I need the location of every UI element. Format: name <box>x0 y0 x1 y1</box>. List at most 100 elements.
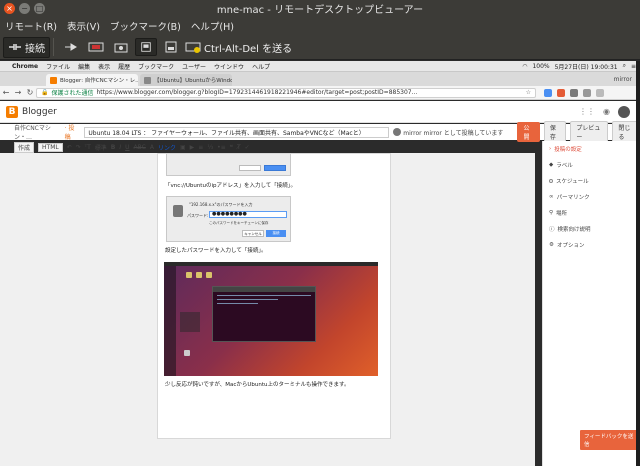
connect-button[interactable]: 接続 <box>3 36 50 58</box>
grab-keyboard-button[interactable] <box>160 38 182 56</box>
secure-label: 保護された通信 <box>51 90 94 97</box>
redo-icon[interactable]: ↷ <box>76 144 81 151</box>
text-color-icon[interactable]: A <box>150 144 154 151</box>
numbered-list-icon[interactable]: ⅓ <box>207 144 213 151</box>
underline-icon[interactable]: U <box>125 144 129 151</box>
mac-menu-help[interactable]: ヘルプ <box>248 62 274 71</box>
maximize-button[interactable]: □ <box>34 3 45 14</box>
publish-button[interactable]: 公開 <box>517 122 540 142</box>
battery-level[interactable]: 100% <box>532 63 549 70</box>
url-input[interactable]: 🔒 保護された通信 https://www.blogger.com/blogge… <box>36 87 536 98</box>
menu-view[interactable]: 表示(V) <box>62 19 105 33</box>
reload-icon[interactable]: ↻ <box>24 88 36 97</box>
wifi-icon[interactable]: ◠ <box>522 63 527 70</box>
mac-status-area: ◠ 100% 5月27日(日) 19:00:31 ⌕ ≡ <box>522 62 640 71</box>
extension-icon[interactable] <box>570 88 578 97</box>
apps-grid-icon[interactable]: ⋮⋮ <box>579 107 595 116</box>
tab-blogger[interactable]: Blogger: 自作CNCマシン・レ… × <box>46 74 138 86</box>
terminal-line <box>217 295 311 296</box>
align-icon[interactable]: ≡ <box>198 144 203 151</box>
font-size-icon[interactable]: ᵀT <box>85 144 91 151</box>
camera-icon <box>114 43 128 53</box>
connect-icon <box>9 44 21 50</box>
post-title-input[interactable]: Ubuntu 18.04 LTS ： ファイヤーウォール、ファイル共有、画面共有… <box>84 126 390 138</box>
extension-icon[interactable] <box>544 88 552 97</box>
ubuntu-screenshot-image[interactable] <box>164 262 378 376</box>
paragraph-select[interactable]: 標準 <box>95 143 107 152</box>
settings-item-location[interactable]: ⚲ 場所 <box>543 205 640 221</box>
compose-mode-tab[interactable]: 作成 <box>14 141 35 153</box>
settings-item-labels[interactable]: ◆ ラベル <box>543 157 640 173</box>
settings-item-search-description[interactable]: ⓘ 検索向け説明 <box>543 221 640 237</box>
feedback-button[interactable]: フィードバックを送信 <box>580 430 640 450</box>
dialog-title: "192.168.x.x"のパスワードを入力 <box>189 202 253 207</box>
extension-icon[interactable] <box>583 88 591 97</box>
image-icon[interactable]: ▣ <box>180 144 186 151</box>
mac-menu-file[interactable]: ファイル <box>42 62 74 71</box>
blogger-logo-icon[interactable]: B <box>6 105 18 118</box>
blogger-favicon-icon <box>50 76 57 84</box>
settings-item-label: 検索向け説明 <box>557 227 591 233</box>
scale-button[interactable] <box>135 38 157 56</box>
fullscreen-button[interactable] <box>85 38 107 56</box>
settings-item-label: 場所 <box>556 211 568 217</box>
chrome-menu-icon[interactable] <box>596 88 604 97</box>
clear-format-icon[interactable]: T̸ <box>237 144 241 151</box>
strikethrough-icon[interactable]: ABC <box>134 144 146 151</box>
preview-button[interactable]: プレビュー <box>570 121 609 143</box>
mac-menu-window[interactable]: ウインドウ <box>210 62 248 71</box>
mac-menu-history[interactable]: 履歴 <box>114 62 134 71</box>
settings-item-schedule[interactable]: スケジュール <box>543 173 640 189</box>
bookmark-star-icon[interactable]: ☆ <box>526 89 531 96</box>
ubuntu-topbar <box>164 262 378 266</box>
avatar[interactable] <box>618 105 630 118</box>
window-titlebar: × − □ mne-mac - リモートデスクトップビューアー <box>0 0 640 17</box>
settings-item-label: スケジュール <box>556 179 589 185</box>
html-mode-tab[interactable]: HTML <box>38 142 63 152</box>
mac-menu-edit[interactable]: 編集 <box>74 62 94 71</box>
settings-item-options[interactable]: ⚙ オプション <box>543 237 640 253</box>
back-icon[interactable]: ← <box>0 88 12 97</box>
screenshot-button[interactable] <box>110 38 132 56</box>
spellcheck-icon[interactable]: ✓ <box>245 144 250 151</box>
tab-ubuntu-article[interactable]: 【Ubuntu】UbuntuからWindo… × <box>140 74 232 86</box>
bold-icon[interactable]: B <box>111 144 116 151</box>
remote-edge <box>636 61 640 466</box>
link-button[interactable]: リンク <box>158 143 176 152</box>
profile-name[interactable]: mirror <box>614 76 632 83</box>
scale-icon <box>141 42 151 52</box>
posting-as: mirror mirror として投稿しています <box>393 128 503 137</box>
app-menubar: リモート(R) 表示(V) ブックマーク(B) ヘルプ(H) <box>0 17 640 35</box>
video-icon[interactable]: ▶ <box>190 144 195 151</box>
breadcrumb-blog[interactable]: 自作CNCマシン・… <box>14 123 62 141</box>
minimize-button[interactable]: − <box>19 3 30 14</box>
post-settings-panel: › 投稿の設定 ◆ ラベル スケジュール ∞ パーマリンク ⚲ 場所 ⓘ 検索向け説明 … <box>542 141 640 466</box>
search-icon[interactable]: ⌕ <box>623 62 626 70</box>
app-name: Blogger <box>22 106 57 117</box>
italic-icon[interactable]: I <box>119 144 121 151</box>
switch-tab-button[interactable] <box>60 38 82 56</box>
undo-icon[interactable]: ↶ <box>67 144 72 151</box>
mac-menu-view[interactable]: 表示 <box>94 62 114 71</box>
post-body[interactable]: 「vnc://Ubuntuのipアドレス」を入力して「接続」。 "192.168… <box>157 153 391 439</box>
close-button[interactable]: × <box>4 3 15 14</box>
save-button[interactable]: 保存 <box>543 121 567 143</box>
desktop-file-icon <box>184 350 190 356</box>
mac-menu-people[interactable]: ユーザー <box>178 62 210 71</box>
notifications-icon[interactable]: ◉ <box>603 107 610 116</box>
bullet-list-icon[interactable]: •≡ <box>217 144 226 151</box>
forward-icon[interactable]: → <box>12 88 24 97</box>
ctrl-alt-del-button[interactable]: Ctrl-Alt-Del を送る <box>185 37 292 58</box>
quote-icon[interactable]: ❝ <box>230 144 233 151</box>
window-controls: × − □ <box>4 3 45 14</box>
mac-menu-chrome[interactable]: Chrome <box>8 63 42 70</box>
menu-help[interactable]: ヘルプ(H) <box>186 19 239 33</box>
mac-menubar: Chrome ファイル 編集 表示 履歴 ブックマーク ユーザー ウインドウ ヘ… <box>0 61 640 72</box>
extension-icon[interactable] <box>557 88 565 97</box>
settings-item-permalink[interactable]: ∞ パーマリンク <box>543 189 640 205</box>
menu-bookmark[interactable]: ブックマーク(B) <box>105 19 186 33</box>
mac-menu-bookmarks[interactable]: ブックマーク <box>134 62 178 71</box>
tab-label: Blogger: 自作CNCマシン・レ… × <box>60 78 138 84</box>
clock[interactable]: 5月27日(日) 19:00:31 <box>555 62 618 71</box>
menu-remote[interactable]: リモート(R) <box>0 19 62 33</box>
